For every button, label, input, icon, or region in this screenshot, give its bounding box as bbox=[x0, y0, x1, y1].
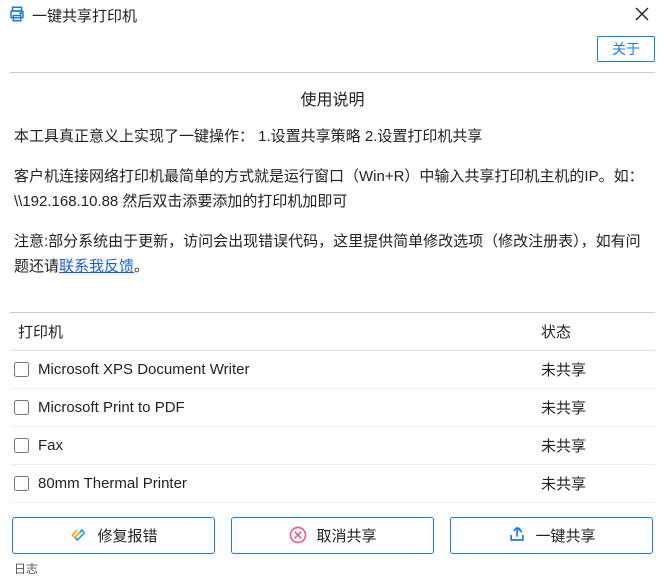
printer-state: 未共享 bbox=[541, 359, 651, 380]
instructions-title: 使用说明 bbox=[14, 87, 651, 114]
cancel-share-button[interactable]: 取消共享 bbox=[231, 517, 434, 554]
instructions-line-3: 注意:部分系统由于更新，访问会出现错误代码，这里提供简单修改选项（修改注册表），… bbox=[14, 229, 651, 280]
printer-name: 80mm Thermal Printer bbox=[38, 475, 541, 492]
instructions-panel: 使用说明 本工具真正意义上实现了一键操作： 1.设置共享策略 2.设置打印机共享… bbox=[0, 73, 665, 312]
titlebar: 一键共享打印机 bbox=[0, 0, 665, 30]
log-label: 日志 bbox=[0, 560, 665, 577]
share-label: 一键共享 bbox=[535, 525, 595, 546]
printer-state: 未共享 bbox=[541, 473, 651, 494]
window-title: 一键共享打印机 bbox=[32, 5, 137, 26]
printer-state: 未共享 bbox=[541, 397, 651, 418]
cancel-icon bbox=[288, 525, 308, 545]
action-bar: 修复报错 取消共享 一键共享 bbox=[0, 503, 665, 560]
printer-state: 未共享 bbox=[541, 435, 651, 456]
cancel-label: 取消共享 bbox=[316, 525, 376, 546]
instructions-line-2: 客户机连接网络打印机最简单的方式就是运行窗口（Win+R）中输入共享打印机主机的… bbox=[14, 164, 651, 215]
printer-name: Microsoft XPS Document Writer bbox=[38, 361, 541, 378]
repair-label: 修复报错 bbox=[97, 525, 157, 546]
table-header: 打印机 状态 bbox=[10, 313, 655, 351]
printer-checkbox[interactable] bbox=[14, 438, 29, 453]
printer-name: Microsoft Print to PDF bbox=[38, 399, 541, 416]
close-button[interactable] bbox=[627, 4, 657, 26]
wrench-icon bbox=[69, 525, 89, 545]
repair-button[interactable]: 修复报错 bbox=[12, 517, 215, 554]
table-row: Fax未共享 bbox=[10, 427, 655, 465]
printer-checkbox[interactable] bbox=[14, 362, 29, 377]
one-click-share-button[interactable]: 一键共享 bbox=[450, 517, 653, 554]
printer-checkbox[interactable] bbox=[14, 476, 29, 491]
contact-feedback-link[interactable]: 联系我反馈 bbox=[59, 258, 134, 275]
printer-name: Fax bbox=[38, 437, 541, 454]
share-icon bbox=[507, 525, 527, 545]
table-row: Microsoft Print to PDF未共享 bbox=[10, 389, 655, 427]
table-row: Microsoft XPS Document Writer未共享 bbox=[10, 351, 655, 389]
printer-icon bbox=[8, 5, 26, 26]
header-state: 状态 bbox=[541, 321, 651, 342]
printer-table: 打印机 状态 Microsoft XPS Document Writer未共享M… bbox=[0, 313, 665, 503]
about-button[interactable]: 关于 bbox=[597, 36, 655, 62]
table-row: 80mm Thermal Printer未共享 bbox=[10, 465, 655, 503]
printer-checkbox[interactable] bbox=[14, 400, 29, 415]
close-icon bbox=[635, 5, 649, 25]
header-printer: 打印机 bbox=[14, 321, 541, 342]
instructions-line-3-after: 。 bbox=[134, 258, 149, 275]
instructions-line-1: 本工具真正意义上实现了一键操作： 1.设置共享策略 2.设置打印机共享 bbox=[14, 124, 651, 150]
